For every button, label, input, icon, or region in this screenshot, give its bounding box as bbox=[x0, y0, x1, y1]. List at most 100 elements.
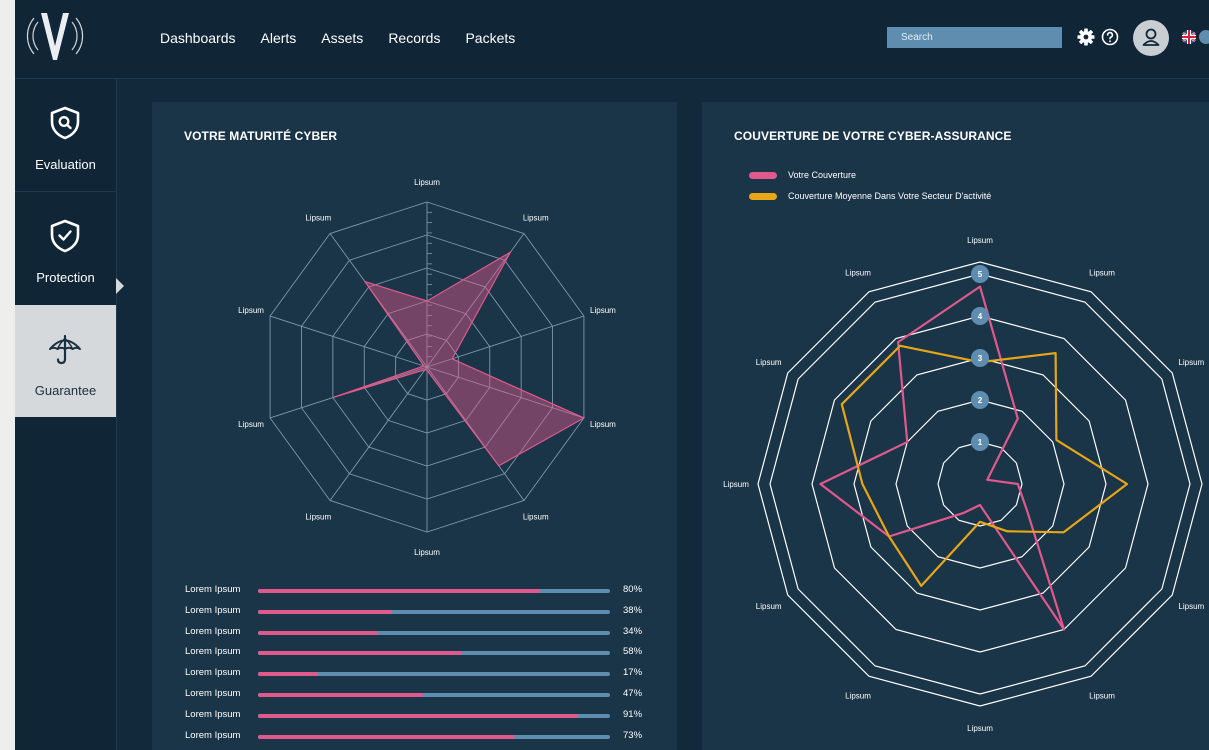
progress-label: Lorem Ipsum bbox=[185, 646, 241, 658]
progress-label: Lorem Ipsum bbox=[185, 729, 241, 741]
axis-label: Lipsum bbox=[967, 236, 993, 245]
progress-value: 38% bbox=[623, 604, 643, 616]
series-line bbox=[819, 285, 1066, 631]
progress-track bbox=[258, 630, 610, 635]
progress-track bbox=[258, 651, 610, 656]
progress-value: 73% bbox=[623, 729, 643, 741]
progress-value: 80% bbox=[623, 584, 643, 595]
grid-ring bbox=[937, 441, 1023, 527]
tick-label: 3 bbox=[978, 354, 983, 363]
coverage-radar-chart: 1 2 3 4 5 Lipsum Lipsum Lipsum Lipsum Lipsum Lipsu… bbox=[723, 236, 1204, 733]
axis-label: Lipsum bbox=[414, 178, 440, 187]
progress-fill bbox=[258, 692, 424, 697]
help-circle-icon[interactable] bbox=[1101, 28, 1119, 46]
axis-label: Lipsum bbox=[1089, 269, 1115, 278]
progress-value: 91% bbox=[623, 708, 643, 720]
axis-label: Lipsum bbox=[756, 602, 782, 611]
sidebar-item-protection[interactable]: Protection bbox=[15, 192, 116, 304]
axis-label: Lipsum bbox=[967, 724, 993, 733]
axis-label: Lipsum bbox=[523, 513, 549, 522]
sidebar-item-guarantee[interactable]: Guarantee bbox=[15, 305, 116, 417]
axis-label: Lipsum bbox=[305, 513, 331, 522]
progress-label: Lorem Ipsum bbox=[185, 584, 241, 595]
progress-track bbox=[258, 672, 610, 677]
avatar[interactable] bbox=[1133, 20, 1169, 56]
nav-dashboards[interactable]: Dashboards bbox=[160, 30, 236, 46]
progress-fill bbox=[258, 609, 392, 614]
maturity-radar-chart: Lipsum Lipsum Lipsum Lipsum Lipsum Lipsum Lips… bbox=[238, 178, 616, 557]
progress-fill bbox=[258, 713, 579, 718]
progress-track bbox=[258, 713, 610, 718]
axis-label: Lipsum bbox=[756, 358, 782, 367]
sidebar-item-evaluation[interactable]: Evaluation bbox=[15, 79, 116, 192]
progress-label: Lorem Ipsum bbox=[185, 604, 241, 616]
axis-line bbox=[329, 366, 428, 501]
progress-row: Lorem Ipsum 38% bbox=[185, 603, 665, 624]
nav-assets[interactable]: Assets bbox=[321, 30, 363, 46]
progress-row: Lorem Ipsum 34% bbox=[185, 624, 665, 645]
progress-list: Lorem Ipsum 80% Lorem Ipsum 38% Lorem Ip… bbox=[185, 582, 665, 748]
check-shield-icon bbox=[50, 219, 80, 253]
progress-track bbox=[258, 609, 610, 614]
axis-label: Lipsum bbox=[305, 213, 331, 222]
axis-label: Lipsum bbox=[1089, 691, 1115, 700]
axis-label: Lipsum bbox=[1178, 358, 1204, 367]
axis-label: Lipsum bbox=[590, 306, 616, 315]
main-nav: Dashboards Alerts Assets Records Packets bbox=[160, 30, 540, 46]
tick-label: 1 bbox=[978, 438, 983, 447]
gear-icon[interactable] bbox=[1076, 27, 1096, 47]
progress-label: Lorem Ipsum bbox=[185, 708, 241, 720]
progress-fill bbox=[258, 672, 318, 677]
search-input[interactable] bbox=[887, 27, 1062, 48]
tick-label: 4 bbox=[978, 312, 983, 321]
app-window: Dashboards Alerts Assets Records Packets bbox=[15, 0, 1209, 750]
progress-row: Lorem Ipsum 91% bbox=[185, 707, 665, 728]
tick-label: 5 bbox=[978, 270, 983, 279]
progress-fill bbox=[258, 651, 463, 656]
nav-packets[interactable]: Packets bbox=[465, 30, 515, 46]
axis-label: Lipsum bbox=[1178, 602, 1204, 611]
uk-flag-icon[interactable] bbox=[1182, 30, 1196, 44]
progress-track bbox=[258, 734, 610, 739]
axis-label: Lipsum bbox=[238, 306, 264, 315]
progress-row: Lorem Ipsum 58% bbox=[185, 644, 665, 665]
axis-label: Lipsum bbox=[845, 691, 871, 700]
active-indicator bbox=[116, 278, 124, 294]
search-shield-icon bbox=[50, 106, 80, 140]
progress-row: Lorem Ipsum 73% bbox=[185, 728, 665, 749]
maturity-panel: VOTRE MATURITÉ CYBER Lipsum Lipsum Lipsum L… bbox=[152, 102, 677, 750]
progress-track bbox=[258, 589, 610, 593]
progress-fill bbox=[258, 589, 540, 593]
sidebar: Evaluation Protection Guarantee bbox=[15, 79, 117, 750]
progress-value: 34% bbox=[623, 625, 643, 637]
notification-dot[interactable] bbox=[1199, 30, 1209, 44]
user-icon bbox=[1142, 28, 1160, 46]
axis-label: Lipsum bbox=[723, 480, 749, 489]
top-bar: Dashboards Alerts Assets Records Packets bbox=[15, 0, 1209, 79]
axis-label: Lipsum bbox=[590, 420, 616, 429]
progress-label: Lorem Ipsum bbox=[185, 687, 241, 699]
sidebar-item-label: Guarantee bbox=[34, 383, 97, 398]
nav-records[interactable]: Records bbox=[388, 30, 440, 46]
progress-fill bbox=[258, 734, 515, 739]
progress-track bbox=[258, 692, 610, 697]
grid-ring bbox=[895, 399, 1065, 569]
axis-label: Lipsum bbox=[238, 420, 264, 429]
axis-label: Lipsum bbox=[845, 269, 871, 278]
nav-alerts[interactable]: Alerts bbox=[261, 30, 297, 46]
sidebar-item-label: Protection bbox=[36, 270, 95, 285]
umbrella-icon bbox=[49, 334, 81, 365]
series-line bbox=[840, 344, 1129, 587]
progress-value: 17% bbox=[623, 667, 643, 679]
tick-label: 2 bbox=[978, 396, 983, 405]
progress-value: 58% bbox=[623, 646, 643, 658]
shield-v-logo[interactable] bbox=[25, 6, 85, 66]
progress-label: Lorem Ipsum bbox=[185, 667, 241, 679]
sidebar-item-label: Evaluation bbox=[35, 157, 96, 172]
insurance-coverage-panel: COUVERTURE DE VOTRE CYBER-ASSURANCE Votr… bbox=[702, 102, 1209, 750]
progress-row: Lorem Ipsum 47% bbox=[185, 686, 665, 707]
progress-fill bbox=[258, 630, 378, 635]
axis-label: Lipsum bbox=[414, 548, 440, 557]
progress-value: 47% bbox=[623, 687, 643, 699]
progress-label: Lorem Ipsum bbox=[185, 625, 241, 637]
